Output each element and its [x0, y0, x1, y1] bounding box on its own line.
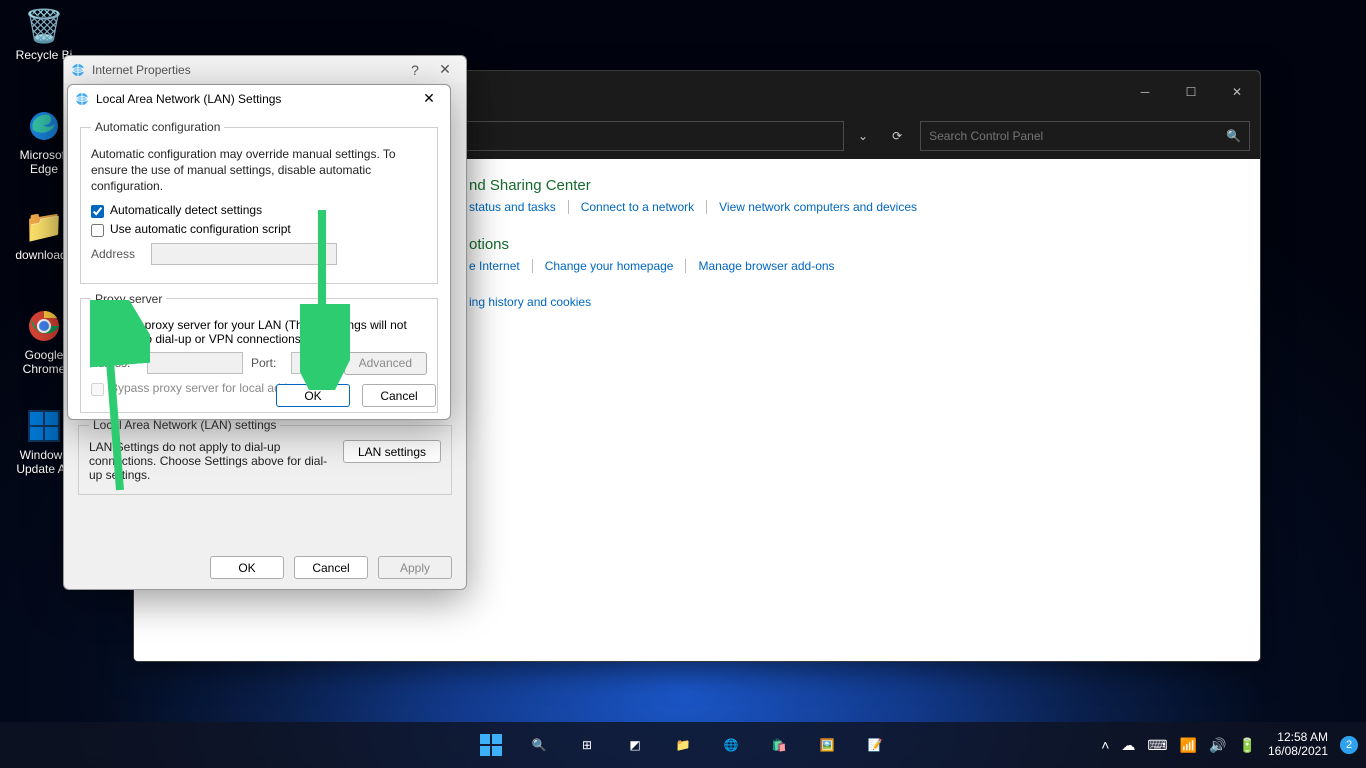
script-address-input[interactable]: [151, 243, 337, 265]
apply-button[interactable]: Apply: [378, 556, 452, 579]
system-tray: ˄ ☁ ⌨ 📶 🔊 🔋 12:58 AM 16/08/2021 2: [1101, 722, 1358, 768]
battery-icon[interactable]: 🔋: [1239, 737, 1256, 754]
lan-settings-legend: Local Area Network (LAN) settings: [89, 418, 280, 432]
taskbar-app-button[interactable]: 🖼️: [807, 725, 847, 765]
edge-icon: 🌐: [724, 738, 739, 752]
taskbar-edge-button[interactable]: 🌐: [711, 725, 751, 765]
auto-detect-checkbox-row[interactable]: Automatically detect settings: [91, 203, 427, 218]
auto-script-label: Use automatic configuration script: [110, 222, 291, 236]
ok-button[interactable]: OK: [210, 556, 284, 579]
taskbar-center: 🔍 ⊞ ◩ 📁 🌐 🛍️ 🖼️ 📝: [471, 725, 895, 765]
recycle-bin-icon: 🗑️: [6, 6, 82, 46]
section-heading-internet-options: otions: [469, 236, 1242, 253]
section-links: ing history and cookies: [469, 295, 1242, 309]
automatic-configuration-group: Automatic configuration Automatic config…: [80, 120, 438, 284]
folder-icon: 📁: [676, 738, 691, 752]
control-panel-search[interactable]: 🔍: [920, 121, 1250, 151]
proxy-advanced-button[interactable]: Advanced: [344, 352, 427, 375]
maximize-button[interactable]: ☐: [1168, 71, 1214, 113]
auto-script-checkbox[interactable]: [91, 224, 104, 237]
close-button[interactable]: ✕: [414, 90, 444, 107]
task-view-button[interactable]: ⊞: [567, 725, 607, 765]
desktop-icon-recycle-bin[interactable]: 🗑️ Recycle Bi: [6, 6, 82, 62]
dialog-titlebar[interactable]: Internet Properties ? ✕: [64, 56, 466, 83]
link-change-homepage[interactable]: Change your homepage: [532, 259, 686, 273]
link-internet[interactable]: e Internet: [469, 259, 532, 273]
volume-icon[interactable]: 🔊: [1209, 737, 1226, 754]
app-icon: 🖼️: [820, 738, 835, 752]
lan-dialog-body: Automatic configuration Automatic config…: [68, 112, 450, 413]
lan-settings-description: LAN Settings do not apply to dial-up con…: [89, 440, 329, 482]
taskbar-explorer-button[interactable]: 📁: [663, 725, 703, 765]
link-view-network-computers[interactable]: View network computers and devices: [706, 200, 929, 214]
close-button[interactable]: ✕: [430, 61, 460, 78]
link-connect-network[interactable]: Connect to a network: [568, 200, 706, 214]
proxy-address-label: ddress:: [91, 356, 139, 370]
use-proxy-checkbox[interactable]: [91, 320, 104, 333]
auto-detect-checkbox[interactable]: [91, 205, 104, 218]
use-proxy-checkbox-row[interactable]: Use a proxy server for your LAN (These s…: [91, 318, 427, 346]
proxy-port-input[interactable]: [291, 352, 335, 374]
cancel-button[interactable]: Cancel: [294, 556, 368, 579]
notification-badge[interactable]: 2: [1340, 736, 1358, 754]
breadcrumb-dropdown-button[interactable]: ⌄: [852, 129, 874, 143]
refresh-button[interactable]: ⟳: [882, 129, 912, 143]
cancel-button[interactable]: Cancel: [362, 384, 436, 407]
search-input[interactable]: [929, 129, 1218, 143]
proxy-port-label: Port:: [251, 356, 283, 370]
app-icon: 📝: [868, 738, 883, 752]
link-browsing-history[interactable]: ing history and cookies: [469, 295, 603, 309]
section-heading-network-sharing: nd Sharing Center: [469, 177, 1242, 194]
taskbar-search-button[interactable]: 🔍: [519, 725, 559, 765]
internet-options-icon: [70, 62, 86, 78]
auto-config-note: Automatic configuration may override man…: [91, 146, 427, 195]
auto-detect-label: Automatically detect settings: [110, 203, 262, 217]
dialog-title-text: Internet Properties: [92, 63, 400, 77]
help-button[interactable]: ?: [400, 62, 430, 78]
script-address-label: Address: [91, 247, 143, 261]
tray-overflow-button[interactable]: ˄: [1101, 737, 1109, 753]
ok-button[interactable]: OK: [276, 384, 350, 407]
auto-script-checkbox-row[interactable]: Use automatic configuration script: [91, 222, 427, 237]
use-proxy-label: Use a proxy server for your LAN (These s…: [110, 318, 427, 346]
link-manage-addons[interactable]: Manage browser add-ons: [685, 259, 846, 273]
clock-time: 12:58 AM: [1268, 731, 1328, 745]
search-icon: 🔍: [1218, 129, 1241, 143]
taskbar-app2-button[interactable]: 📝: [855, 725, 895, 765]
taskbar-store-button[interactable]: 🛍️: [759, 725, 799, 765]
dialog-titlebar[interactable]: Local Area Network (LAN) Settings ✕: [68, 85, 450, 112]
keyboard-icon[interactable]: ⌨: [1147, 737, 1167, 754]
task-view-icon: ⊞: [582, 738, 592, 752]
link-network-status[interactable]: status and tasks: [469, 200, 568, 214]
section-links: status and tasks Connect to a network Vi…: [469, 200, 1242, 214]
internet-options-icon: [74, 91, 90, 107]
dialog-footer: OK Cancel: [68, 384, 450, 407]
store-icon: 🛍️: [772, 738, 787, 752]
dialog-footer: OK Cancel Apply: [64, 556, 466, 579]
dialog-title-text: Local Area Network (LAN) Settings: [96, 92, 414, 106]
proxy-legend: Proxy server: [91, 292, 166, 306]
section-links: e Internet Change your homepage Manage b…: [469, 259, 1242, 273]
internet-properties-body: Local Area Network (LAN) settings LAN Se…: [78, 418, 452, 537]
taskbar-clock[interactable]: 12:58 AM 16/08/2021: [1268, 731, 1328, 759]
lan-settings-button[interactable]: LAN settings: [343, 440, 441, 463]
lan-settings-group: Local Area Network (LAN) settings LAN Se…: [78, 418, 452, 495]
close-button[interactable]: ✕: [1214, 71, 1260, 113]
search-icon: 🔍: [532, 738, 547, 752]
auto-config-legend: Automatic configuration: [91, 120, 224, 134]
wifi-icon[interactable]: 📶: [1180, 737, 1197, 754]
start-button[interactable]: [471, 725, 511, 765]
minimize-button[interactable]: ─: [1122, 71, 1168, 113]
onedrive-icon[interactable]: ☁: [1121, 737, 1135, 754]
lan-settings-dialog: Local Area Network (LAN) Settings ✕ Auto…: [67, 84, 451, 420]
widgets-icon: ◩: [629, 738, 640, 752]
clock-date: 16/08/2021: [1268, 745, 1328, 759]
proxy-address-input[interactable]: [147, 352, 243, 374]
widgets-button[interactable]: ◩: [615, 725, 655, 765]
taskbar: 🔍 ⊞ ◩ 📁 🌐 🛍️ 🖼️ 📝 ˄ ☁ ⌨ 📶 🔊 🔋 12:58 AM 1…: [0, 722, 1366, 768]
